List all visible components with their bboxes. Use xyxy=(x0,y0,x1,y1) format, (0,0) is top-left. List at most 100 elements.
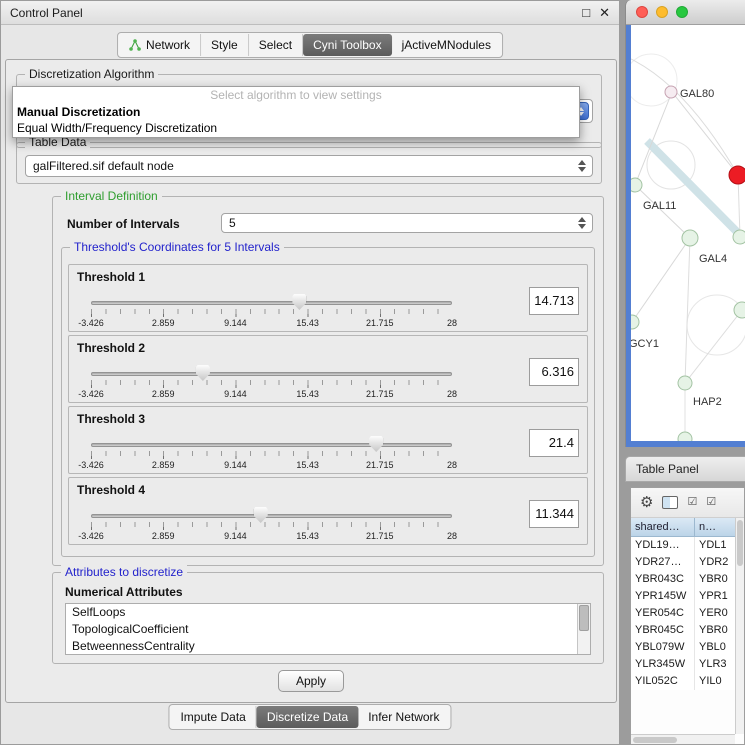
network-node-hap2[interactable] xyxy=(678,376,692,390)
cell-shared-name[interactable]: YDR27… xyxy=(631,554,695,571)
cell-shared-name[interactable]: YBR043C xyxy=(631,571,695,588)
table-row[interactable]: YPR145W YPR1 xyxy=(631,588,744,605)
close-window-icon[interactable]: ✕ xyxy=(599,5,610,21)
threshold-4-value-field[interactable]: 11.344 xyxy=(529,500,579,528)
top-tab-strip: Network Style Select Cyni Toolbox jActiv… xyxy=(117,32,503,58)
table-row[interactable]: YBR043C YBR0 xyxy=(631,571,744,588)
slider-thumb[interactable] xyxy=(196,365,210,381)
threshold-2-slider[interactable]: -3.4262.8599.14415.4321.71528 xyxy=(91,364,452,402)
tab-style[interactable]: Style xyxy=(201,34,249,56)
threshold-3-label: Threshold 3 xyxy=(77,412,145,426)
control-panel-window: Control Panel □ ✕ Network Style Select C… xyxy=(0,0,620,745)
table-data-combo[interactable]: galFiltered.sif default node xyxy=(25,155,593,177)
threshold-1-value-field[interactable]: 14.713 xyxy=(529,287,579,315)
network-canvas[interactable]: GAL80 GAL11 GAL4 GCY1 HAP2 xyxy=(626,25,745,447)
slider-thumb[interactable] xyxy=(369,436,383,452)
discretization-algorithm-group-label: Discretization Algorithm xyxy=(25,67,158,81)
tab-jactivemnodules-label: jActiveMNodules xyxy=(402,38,491,52)
tab-impute-data[interactable]: Impute Data xyxy=(170,706,256,728)
table-row[interactable]: YBR045C YBR0 xyxy=(631,622,744,639)
threshold-3-value-field[interactable]: 21.4 xyxy=(529,429,579,457)
list-item[interactable]: TopologicalCoefficient xyxy=(66,621,590,638)
cell-shared-name[interactable]: YER054C xyxy=(631,605,695,622)
cell-shared-name[interactable]: YBL079W xyxy=(631,639,695,656)
cell-shared-name[interactable]: YIL052C xyxy=(631,673,695,690)
cell-shared-name[interactable]: YLR345W xyxy=(631,656,695,673)
table-row[interactable]: YDR27… YDR2 xyxy=(631,554,744,571)
table-row[interactable]: YER054C YER0 xyxy=(631,605,744,622)
tab-network[interactable]: Network xyxy=(119,34,201,56)
network-icon xyxy=(129,39,141,51)
threshold-2-label: Threshold 2 xyxy=(77,341,145,355)
network-edge xyxy=(685,238,690,383)
slider-thumb[interactable] xyxy=(254,507,268,523)
network-edge xyxy=(647,141,745,241)
dropdown-option-equal-width-frequency[interactable]: Equal Width/Frequency Discretization xyxy=(13,120,579,136)
zoom-traffic-light-icon[interactable] xyxy=(676,6,688,18)
tab-cyni-toolbox[interactable]: Cyni Toolbox xyxy=(303,34,391,56)
cell-shared-name[interactable]: YDL19… xyxy=(631,537,695,554)
tab-select[interactable]: Select xyxy=(249,34,303,56)
close-traffic-light-icon[interactable] xyxy=(636,6,648,18)
threshold-1-panel: Threshold 1 14.713 -3.4262.8599.14415.43… xyxy=(68,264,588,332)
select-all-checkbox-icon[interactable]: ☑ xyxy=(687,497,697,508)
cell-shared-name[interactable]: YPR145W xyxy=(631,588,695,605)
table-row[interactable]: YIL052C YIL0 xyxy=(631,673,744,690)
slider-track[interactable] xyxy=(91,443,452,447)
table-panel-title: Table Panel xyxy=(636,462,699,476)
tab-jactivemnodules[interactable]: jActiveMNodules xyxy=(392,34,501,56)
cell-shared-name[interactable]: YBR045C xyxy=(631,622,695,639)
slider-minor-ticks xyxy=(91,451,452,456)
tick-label: 15.43 xyxy=(296,460,319,470)
slider-thumb[interactable] xyxy=(292,294,306,310)
apply-button[interactable]: Apply xyxy=(278,670,344,692)
gear-icon[interactable]: ⚙ xyxy=(640,495,653,510)
table-body: YDL19… YDL1 YDR27… YDR2 YBR043C YBR0 YPR… xyxy=(631,537,744,690)
network-window-titlebar[interactable] xyxy=(626,0,745,25)
tab-discretize-data[interactable]: Discretize Data xyxy=(257,706,358,728)
number-of-intervals-combo[interactable]: 5 xyxy=(221,213,593,233)
tick-label: 21.715 xyxy=(366,318,394,328)
tab-style-label: Style xyxy=(211,38,238,52)
network-node-gal11[interactable] xyxy=(631,178,642,192)
dropdown-option-manual-discretization[interactable]: Manual Discretization xyxy=(13,104,579,120)
threshold-3-slider[interactable]: -3.4262.8599.14415.4321.71528 xyxy=(91,435,452,473)
column-header-shared-name[interactable]: shared… xyxy=(631,518,695,536)
float-window-icon[interactable]: □ xyxy=(582,5,590,21)
tick-label: 21.715 xyxy=(366,531,394,541)
network-node[interactable] xyxy=(734,302,745,318)
list-item[interactable]: SelfLoops xyxy=(66,604,590,621)
list-item[interactable]: BetweennessCentrality xyxy=(66,638,590,655)
table-row[interactable]: YDL19… YDL1 xyxy=(631,537,744,554)
slider-track[interactable] xyxy=(91,301,452,305)
list-scrollbar[interactable] xyxy=(577,604,590,654)
network-node[interactable] xyxy=(733,230,745,244)
tab-infer-network[interactable]: Infer Network xyxy=(358,706,449,728)
scrollbar-thumb[interactable] xyxy=(579,605,589,631)
scrollbar-thumb[interactable] xyxy=(633,737,677,743)
column-selector-icon[interactable] xyxy=(662,496,678,509)
slider-track[interactable] xyxy=(91,372,452,376)
threshold-4-slider[interactable]: -3.4262.8599.14415.4321.71528 xyxy=(91,506,452,544)
network-node-selected-red[interactable] xyxy=(729,166,745,184)
table-horizontal-scrollbar[interactable] xyxy=(631,734,735,744)
network-node[interactable] xyxy=(678,432,692,441)
network-node-gcy1[interactable] xyxy=(631,315,639,329)
table-panel-bar[interactable]: Table Panel xyxy=(625,456,745,482)
slider-track[interactable] xyxy=(91,514,452,518)
network-node-gal80[interactable] xyxy=(665,86,677,98)
slider-minor-ticks xyxy=(91,309,452,314)
bottom-tab-strip: Impute Data Discretize Data Infer Networ… xyxy=(168,704,451,730)
scrollbar-thumb[interactable] xyxy=(737,520,743,566)
slider-minor-ticks xyxy=(91,380,452,385)
table-row[interactable]: YLR345W YLR3 xyxy=(631,656,744,673)
show-selected-checkbox-icon[interactable]: ☑ xyxy=(706,497,716,508)
minimize-traffic-light-icon[interactable] xyxy=(656,6,668,18)
numerical-attributes-list[interactable]: SelfLoops TopologicalCoefficient Between… xyxy=(65,603,591,655)
network-node-gal4[interactable] xyxy=(682,230,698,246)
threshold-1-slider[interactable]: -3.4262.8599.14415.4321.71528 xyxy=(91,293,452,331)
tick-label: 9.144 xyxy=(224,460,247,470)
table-vertical-scrollbar[interactable] xyxy=(735,518,744,734)
threshold-2-value-field[interactable]: 6.316 xyxy=(529,358,579,386)
table-row[interactable]: YBL079W YBL0 xyxy=(631,639,744,656)
